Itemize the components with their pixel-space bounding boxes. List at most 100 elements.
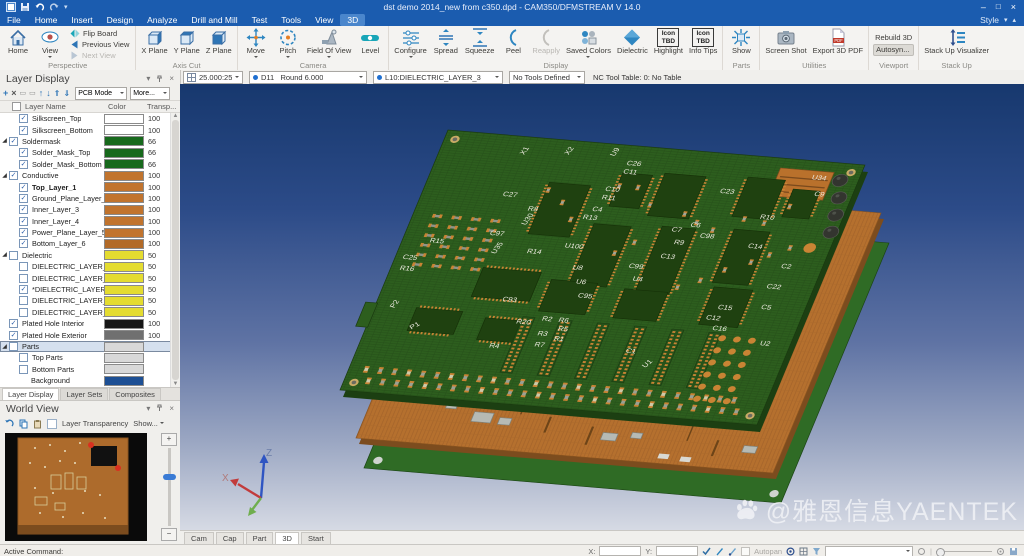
layer-color-swatch[interactable]: [104, 182, 144, 192]
status-zoom-slider[interactable]: [936, 551, 992, 552]
layer-list-scrollbar[interactable]: ▲▼: [170, 113, 180, 387]
layer-color-swatch[interactable]: [104, 307, 144, 317]
layer-color-swatch[interactable]: [104, 364, 144, 374]
undo-icon[interactable]: [34, 2, 45, 12]
filter-icon[interactable]: [812, 547, 821, 556]
layer-row-conductive[interactable]: ◢✓Conductive100: [0, 170, 180, 181]
layer-row-dielectric-layer-2[interactable]: DIELECTRIC_LAYER_250: [0, 272, 180, 283]
layer-row-dielectric-layer-4[interactable]: DIELECTRIC_LAYER_450: [0, 295, 180, 306]
layer-visibility-checkbox[interactable]: ✓: [19, 114, 28, 123]
level-button[interactable]: Level: [354, 27, 386, 61]
layer-transparency-value[interactable]: 50: [148, 308, 156, 317]
show-dropdown[interactable]: Show...: [133, 419, 164, 428]
layer-row-silkscreen-bottom[interactable]: ✓Silkscreen_Bottom100: [0, 124, 180, 135]
layer-transparency-value[interactable]: 66: [148, 160, 156, 169]
view-tab-part[interactable]: Part: [246, 532, 274, 545]
layer-row-bottom-layer-6[interactable]: ✓Bottom_Layer_6100: [0, 238, 180, 249]
layer-visibility-checkbox[interactable]: ✓: [19, 194, 28, 203]
status-zoom-handle[interactable]: [936, 548, 945, 556]
expand-icon[interactable]: ◢: [0, 344, 9, 350]
layer-transparency-value[interactable]: 50: [148, 262, 156, 271]
view-tab-3d[interactable]: 3D: [275, 532, 299, 545]
layer-color-swatch[interactable]: [104, 250, 144, 260]
layer-row-parts[interactable]: ◢Parts: [0, 341, 180, 352]
home-button[interactable]: Home: [2, 27, 34, 61]
layer-transparency-value[interactable]: 100: [148, 171, 160, 180]
layer-transparency-value[interactable]: 50: [148, 296, 156, 305]
maximize-button[interactable]: □: [996, 2, 1001, 11]
add-layer-icon[interactable]: +: [3, 89, 8, 98]
layer-row-bottom-parts[interactable]: Bottom Parts: [0, 364, 180, 375]
layer-visibility-checkbox[interactable]: ✓: [19, 160, 28, 169]
apply-check-icon[interactable]: [702, 547, 711, 555]
layer-color-swatch[interactable]: [104, 319, 144, 329]
layer-transparency-value[interactable]: 50: [148, 285, 156, 294]
y-coordinate-field[interactable]: [656, 546, 698, 556]
layer-row-ground-plane-layer-2[interactable]: ✓Ground_Plane_Layer_2100: [0, 193, 180, 204]
more-select[interactable]: More...: [130, 87, 170, 100]
screen-shot-button[interactable]: Screen Shot: [762, 27, 809, 61]
layer-row-top-layer-1[interactable]: ✓Top_Layer_1100: [0, 181, 180, 192]
paste-view-icon[interactable]: [33, 419, 42, 429]
flip-board-button[interactable]: Flip Board: [68, 28, 131, 38]
stackup-visualizer-button[interactable]: Stack Up Visualizer: [921, 27, 992, 61]
menu-3d[interactable]: 3D: [340, 14, 365, 26]
save-icon[interactable]: [20, 2, 30, 12]
saved-colors-button[interactable]: Saved Colors: [563, 27, 614, 61]
layer-transparency-value[interactable]: 100: [148, 114, 160, 123]
layer-visibility-checkbox[interactable]: [19, 353, 28, 362]
ribbon-collapse-icon[interactable]: ▴: [1012, 16, 1016, 24]
previous-view-button[interactable]: Previous View: [68, 39, 131, 49]
layer-visibility-checkbox[interactable]: ✓: [9, 171, 18, 180]
snap-pen-icon[interactable]: [715, 547, 724, 556]
zoom-out-button[interactable]: −: [161, 528, 177, 541]
dielectric-button[interactable]: Dielectric: [614, 27, 651, 61]
layer-color-swatch[interactable]: [104, 136, 144, 146]
layer-transparency-value[interactable]: 100: [148, 217, 160, 226]
minimize-button[interactable]: –: [981, 2, 986, 12]
move-up-icon[interactable]: ↑: [39, 89, 44, 98]
layer-transparency-value[interactable]: 100: [148, 194, 160, 203]
menu-test[interactable]: Test: [245, 14, 275, 26]
layer-row-inner-layer-3[interactable]: ✓Inner_Layer_3100: [0, 204, 180, 215]
layer-row-top-parts[interactable]: Top Parts: [0, 352, 180, 363]
expand-icon[interactable]: ◢: [0, 173, 9, 179]
menu-design[interactable]: Design: [100, 14, 140, 26]
view-tab-cam[interactable]: Cam: [184, 532, 214, 545]
layer-transparency-value[interactable]: 66: [148, 148, 156, 157]
layer-visibility-checkbox[interactable]: [9, 342, 18, 351]
reapply-button[interactable]: Reapply: [529, 27, 563, 61]
menu-home[interactable]: Home: [28, 14, 65, 26]
layer-color-swatch[interactable]: [104, 330, 144, 340]
layer-visibility-checkbox[interactable]: ✓: [19, 205, 28, 214]
menu-drill-and-mill[interactable]: Drill and Mill: [184, 14, 244, 26]
import-icon[interactable]: ⇑: [54, 90, 61, 98]
layer-visibility-checkbox[interactable]: [9, 251, 18, 260]
pcb-3d-view[interactable]: X1X2U9C26C11C10R11C4R13C23U34R10C6C98C27…: [180, 84, 1024, 530]
paste-icon[interactable]: ▭: [29, 90, 36, 97]
layer-visibility-checkbox[interactable]: ✓: [19, 126, 28, 135]
menu-analyze[interactable]: Analyze: [140, 14, 184, 26]
style-caret-icon[interactable]: ▾: [1004, 16, 1008, 24]
layer-color-swatch[interactable]: [104, 114, 144, 124]
select-all-checkbox[interactable]: [12, 102, 21, 111]
layer-transparency-value[interactable]: 50: [148, 274, 156, 283]
layer-color-swatch[interactable]: [104, 353, 144, 363]
layer-transparency-value[interactable]: 50: [148, 251, 156, 260]
layer-transparency-value[interactable]: 100: [148, 183, 160, 192]
worldview-close-icon[interactable]: ×: [169, 404, 174, 413]
close-button[interactable]: ×: [1011, 2, 1016, 12]
view-button[interactable]: View: [34, 27, 66, 61]
info-tips-button[interactable]: Icon TBD Info Tips: [686, 27, 720, 61]
layer-row-dielectric[interactable]: ◢Dielectric50: [0, 250, 180, 261]
layer-transparency-value[interactable]: 66: [148, 137, 156, 146]
layer-transparency-value[interactable]: 100: [148, 126, 160, 135]
world-view-thumbnail[interactable]: + −: [0, 431, 180, 544]
menu-tools[interactable]: Tools: [274, 14, 308, 26]
highlight-button[interactable]: Icon TBD Highlight: [651, 27, 686, 61]
export-icon[interactable]: ⇓: [63, 90, 70, 98]
spread-button[interactable]: Spread: [430, 27, 462, 61]
refresh-view-icon[interactable]: [4, 419, 14, 429]
layer-color-swatch[interactable]: [104, 125, 144, 135]
qat-customize-caret[interactable]: ▾: [64, 3, 68, 11]
